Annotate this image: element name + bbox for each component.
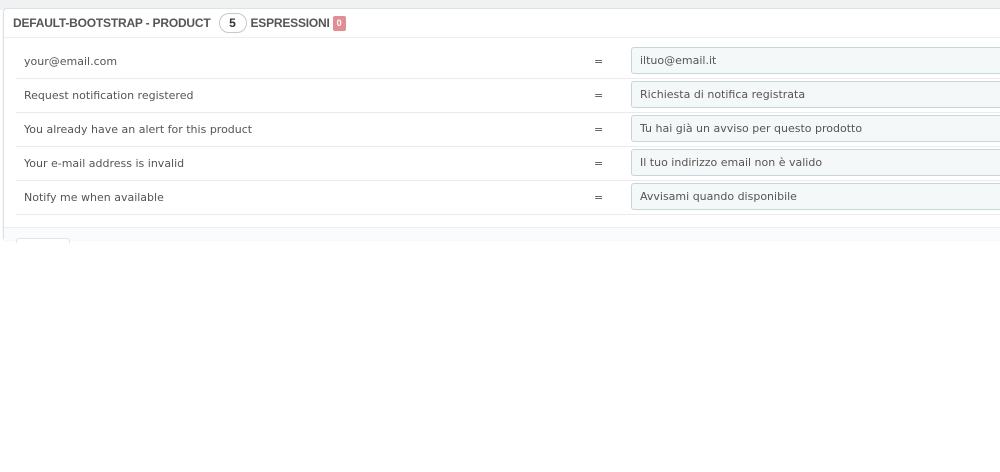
expressions-label: ESPRESSIONI: [250, 16, 330, 30]
panel-footer: [4, 227, 1000, 240]
panel-title: DEFAULT-BOOTSTRAP - PRODUCT: [13, 16, 211, 30]
equals-sign: =: [594, 123, 604, 136]
translation-input[interactable]: [631, 115, 1000, 142]
equals-sign: =: [594, 89, 604, 102]
source-string: Your e-mail address is invalid: [24, 157, 185, 170]
panel-header: DEFAULT-BOOTSTRAP - PRODUCT 5 ESPRESSION…: [4, 9, 1000, 38]
translation-input[interactable]: [631, 149, 1000, 176]
expressions-count-badge: 5: [218, 13, 247, 33]
translation-input[interactable]: [631, 47, 1000, 74]
source-string: your@email.com: [24, 55, 118, 68]
translation-input[interactable]: [631, 81, 1000, 108]
translation-row: Request notification registered =: [16, 79, 1000, 113]
equals-sign: =: [594, 157, 604, 170]
source-string: You already have an alert for this produ…: [24, 123, 253, 136]
translation-row: You already have an alert for this produ…: [16, 113, 1000, 147]
translation-row: your@email.com =: [16, 45, 1000, 79]
equals-sign: =: [594, 191, 604, 204]
source-string: Request notification registered: [24, 89, 194, 102]
translation-row: Your e-mail address is invalid =: [16, 147, 1000, 181]
missing-expressions-badge: 0: [332, 15, 346, 31]
translation-row: Notify me when available =: [16, 181, 1000, 215]
translation-input[interactable]: [631, 183, 1000, 210]
source-string: Notify me when available: [24, 191, 164, 204]
footer-save-button[interactable]: [16, 238, 70, 243]
translation-rows: your@email.com = Request notification re…: [16, 45, 1000, 215]
equals-sign: =: [594, 55, 604, 68]
